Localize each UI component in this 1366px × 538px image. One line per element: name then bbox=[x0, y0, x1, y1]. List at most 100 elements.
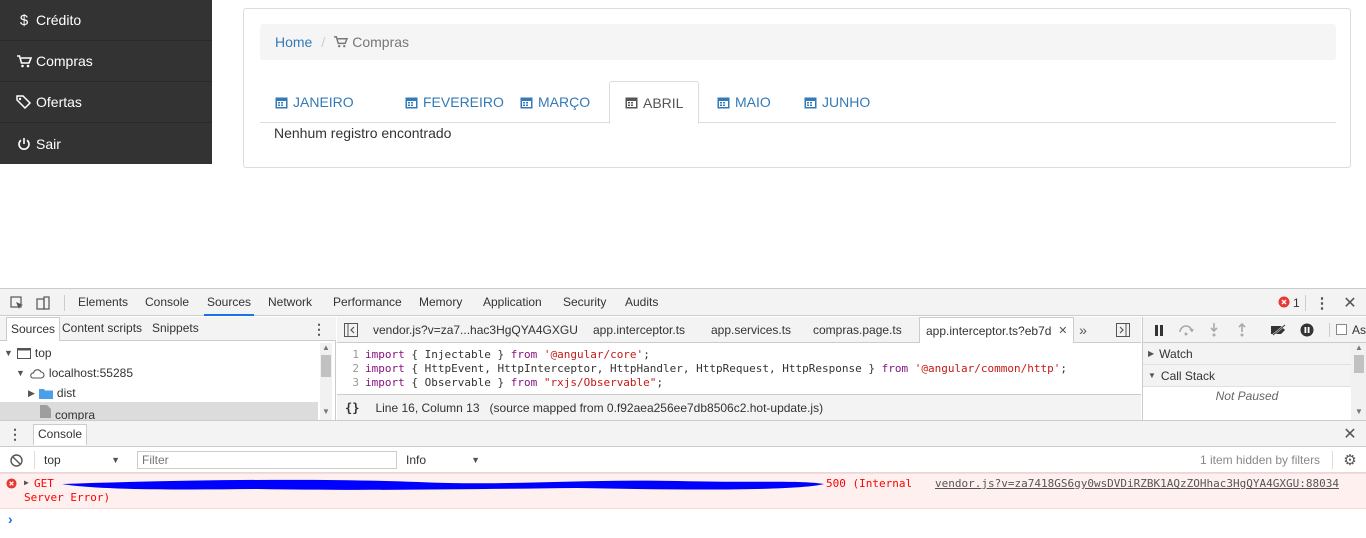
line-number: 3 bbox=[352, 376, 359, 389]
tab-junho[interactable]: JUNHO bbox=[789, 81, 885, 123]
cloud-icon bbox=[29, 368, 45, 379]
code-view[interactable]: 1 import { Injectable } from '@angular/co… bbox=[337, 344, 1141, 394]
scroll-up-icon[interactable]: ▲ bbox=[1351, 343, 1366, 352]
more-menu-icon[interactable]: ⋮ bbox=[312, 320, 326, 338]
async-label: As bbox=[1352, 323, 1366, 337]
more-menu-icon[interactable]: ⋮ bbox=[1314, 294, 1330, 312]
frame-icon bbox=[16, 347, 31, 359]
sidebar-item-credito[interactable]: $ Crédito bbox=[0, 0, 212, 41]
nav-tab-content-scripts[interactable]: Content scripts bbox=[58, 317, 146, 341]
tab-janeiro[interactable]: JANEIRO bbox=[260, 81, 369, 123]
breadcrumb-home-link[interactable]: Home bbox=[275, 34, 312, 50]
scrollbar-thumb[interactable] bbox=[1354, 355, 1364, 373]
code-text: { Injectable } bbox=[404, 348, 511, 361]
sidebar-item-ofertas[interactable]: Ofertas bbox=[0, 82, 212, 123]
compras-panel: Home / Compras JANEIRO FEVEREIRO MARÇO A… bbox=[243, 8, 1351, 168]
devtools: Elements Console Sources Network Perform… bbox=[0, 288, 1366, 538]
source-mapped-info[interactable]: (source mapped from 0.f92aea256ee7db8506… bbox=[490, 401, 824, 415]
level-select[interactable]: Info ▼ bbox=[400, 450, 484, 470]
calendar-icon bbox=[405, 96, 418, 109]
pause-icon[interactable] bbox=[1151, 322, 1167, 338]
tab-memory[interactable]: Memory bbox=[419, 289, 462, 316]
editor-tab-app-interceptor[interactable]: app.interceptor.ts bbox=[587, 317, 691, 343]
sidebar-item-sair[interactable]: Sair bbox=[0, 123, 212, 164]
tab-sources[interactable]: Sources bbox=[204, 289, 255, 316]
sidebar-item-compras[interactable]: Compras bbox=[0, 41, 212, 82]
toolbar-divider bbox=[1332, 451, 1333, 469]
console-prompt[interactable]: › bbox=[0, 510, 1366, 530]
tab-marco[interactable]: MARÇO bbox=[505, 81, 605, 123]
step-into-icon[interactable] bbox=[1207, 322, 1221, 338]
code-text: ; bbox=[1060, 362, 1068, 375]
toolbar-divider bbox=[1305, 295, 1306, 311]
close-drawer-icon[interactable]: ✕ bbox=[1342, 425, 1358, 443]
navigator-tabs: Sources Content scripts Snippets ⋮ bbox=[0, 317, 336, 341]
console-filter-input[interactable] bbox=[137, 451, 397, 469]
close-tab-icon[interactable]: ✕ bbox=[1058, 318, 1067, 344]
tab-label: ABRIL bbox=[643, 94, 684, 111]
tab-fevereiro[interactable]: FEVEREIRO bbox=[390, 81, 519, 123]
drawer-menu-icon[interactable]: ⋮ bbox=[8, 425, 22, 443]
more-tabs-icon[interactable]: » bbox=[1075, 321, 1091, 339]
sidebar-item-label: Sair bbox=[36, 135, 61, 152]
debugger-scrollbar[interactable]: ▲ ▼ bbox=[1351, 343, 1366, 420]
tree-item-compra[interactable]: compra bbox=[0, 402, 318, 420]
step-out-icon[interactable] bbox=[1235, 322, 1249, 338]
drawer-tab-console[interactable]: Console bbox=[33, 424, 88, 445]
editor-tab-vendor[interactable]: vendor.js?v=za7...hac3HgQYA4GXGU bbox=[367, 317, 584, 343]
error-method: GET bbox=[34, 477, 54, 490]
scroll-down-icon[interactable]: ▼ bbox=[320, 407, 332, 416]
call-stack-section[interactable]: ▼ Call Stack bbox=[1143, 365, 1366, 387]
breadcrumb-separator: / bbox=[321, 34, 326, 50]
tab-label: JANEIRO bbox=[293, 94, 354, 110]
toolbar-divider bbox=[1329, 323, 1330, 337]
error-count-icon[interactable] bbox=[1278, 296, 1290, 308]
tab-security[interactable]: Security bbox=[563, 289, 606, 316]
tab-application[interactable]: Application bbox=[483, 289, 542, 316]
pause-on-exceptions-icon[interactable] bbox=[1299, 322, 1315, 338]
editor-tab-compras-page[interactable]: compras.page.ts bbox=[807, 317, 908, 343]
toggle-debugger-icon[interactable] bbox=[1115, 322, 1131, 338]
cart-icon bbox=[16, 53, 32, 69]
inspect-icon[interactable] bbox=[8, 294, 26, 312]
tab-audits[interactable]: Audits bbox=[625, 289, 658, 316]
editor-tab-app-interceptor-mapped[interactable]: app.interceptor.ts?eb7d ✕ bbox=[919, 317, 1075, 344]
tab-abril[interactable]: ABRIL bbox=[609, 81, 700, 124]
context-select[interactable]: top ▼ bbox=[36, 450, 126, 470]
nav-tab-sources[interactable]: Sources bbox=[6, 317, 61, 341]
tab-performance[interactable]: Performance bbox=[333, 289, 402, 316]
error-source-link[interactable]: vendor.js?v=za7418GS6gy0wsDVDiRZBK1AQzZO… bbox=[935, 477, 1339, 490]
device-toggle-icon[interactable] bbox=[34, 294, 52, 312]
tab-network[interactable]: Network bbox=[268, 289, 312, 316]
sidebar-item-label: Crédito bbox=[36, 12, 82, 28]
clear-console-icon[interactable] bbox=[8, 452, 24, 468]
triangle-down-icon: ▼ bbox=[1148, 371, 1156, 380]
deactivate-breakpoints-icon[interactable] bbox=[1269, 322, 1289, 338]
navigator-scrollbar[interactable]: ▲ ▼ bbox=[320, 343, 332, 420]
debugger-toolbar: As bbox=[1143, 317, 1366, 343]
scroll-down-icon[interactable]: ▼ bbox=[1351, 407, 1366, 416]
scroll-up-icon[interactable]: ▲ bbox=[320, 343, 332, 352]
tab-maio[interactable]: MAIO bbox=[702, 81, 786, 123]
chevron-down-icon: ▼ bbox=[471, 455, 480, 465]
calendar-icon bbox=[804, 96, 817, 109]
scrollbar-thumb[interactable] bbox=[321, 355, 331, 377]
async-checkbox[interactable] bbox=[1336, 324, 1347, 335]
console-settings-gear-icon[interactable]: ⚙ bbox=[1341, 451, 1359, 469]
watch-section[interactable]: ▶ Watch bbox=[1143, 343, 1366, 365]
tree-item-host[interactable]: ▼ localhost:55285 bbox=[16, 363, 133, 383]
nav-tab-snippets[interactable]: Snippets bbox=[148, 317, 203, 341]
tab-elements[interactable]: Elements bbox=[78, 289, 128, 316]
tree-item-top[interactable]: ▼ top bbox=[4, 343, 52, 363]
toggle-navigator-icon[interactable] bbox=[343, 322, 359, 338]
tree-item-dist[interactable]: ▶ dist bbox=[28, 383, 76, 403]
editor-tab-app-services[interactable]: app.services.ts bbox=[705, 317, 797, 343]
code-keyword: from bbox=[510, 348, 538, 361]
pretty-print-icon[interactable]: {} bbox=[345, 401, 359, 415]
expand-triangle-icon[interactable]: ▶ bbox=[24, 478, 29, 487]
step-over-icon[interactable] bbox=[1177, 322, 1195, 338]
tab-console[interactable]: Console bbox=[145, 289, 189, 316]
close-devtools-icon[interactable]: ✕ bbox=[1342, 294, 1358, 312]
section-title: Watch bbox=[1159, 346, 1193, 361]
console-error-message[interactable]: ▶ GET 500 (Internal Server Error) vendor… bbox=[0, 473, 1366, 509]
